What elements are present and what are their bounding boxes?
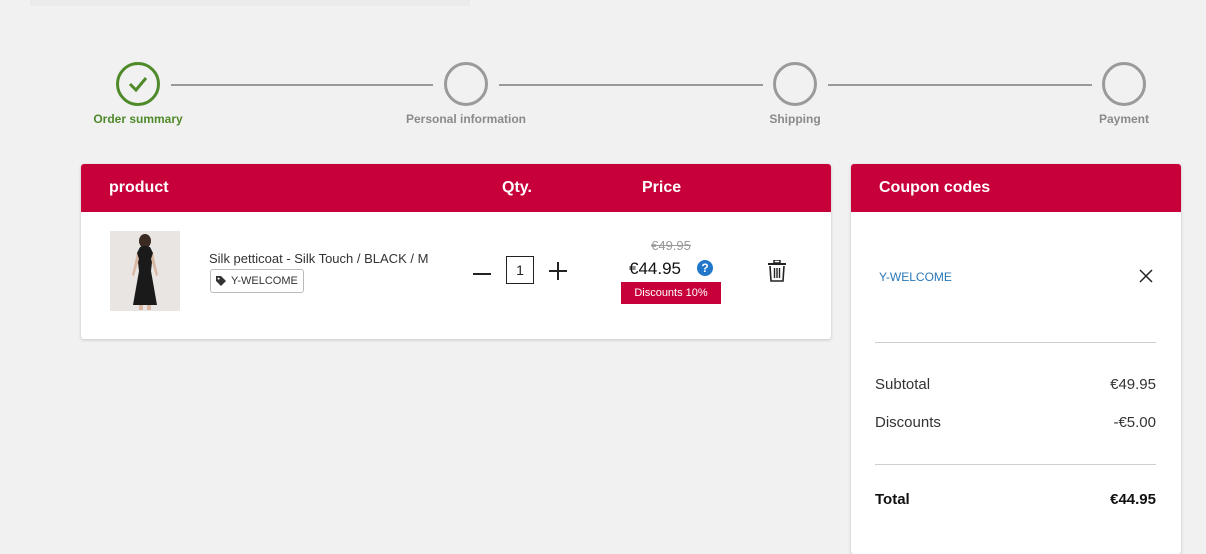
step-order-summary-circle[interactable] <box>116 62 160 106</box>
checkmark-icon <box>128 77 148 93</box>
quantity-input[interactable] <box>506 256 534 284</box>
step-payment-label[interactable]: Payment <box>1099 112 1149 126</box>
divider <box>875 464 1156 465</box>
product-photo-icon <box>110 231 180 311</box>
help-icon[interactable]: ? <box>697 260 713 276</box>
total-label: Total <box>875 491 910 508</box>
product-name[interactable]: Silk petticoat - Silk Touch / BLACK / M <box>209 251 428 266</box>
divider <box>875 342 1156 343</box>
decrease-quantity-button[interactable] <box>471 267 493 281</box>
discount-badge: Discounts 10% <box>621 282 721 304</box>
discounts-value: -€5.00 <box>1113 414 1156 431</box>
checkout-stepper: Order summary Personal information Shipp… <box>0 0 1206 140</box>
trash-icon[interactable] <box>767 259 787 282</box>
increase-quantity-button[interactable] <box>547 260 569 282</box>
qty-column-header: Qty. <box>502 179 532 196</box>
coupon-panel-title: Coupon codes <box>879 179 991 196</box>
step-personal-information-circle[interactable] <box>444 62 488 106</box>
coupon-panel: Coupon codes Y-WELCOME Subtotal €49.95 D… <box>851 164 1181 554</box>
applied-coupon-code: Y-WELCOME <box>879 270 952 284</box>
step-shipping-circle[interactable] <box>773 62 817 106</box>
step-order-summary-label[interactable]: Order summary <box>93 112 182 126</box>
step-personal-information-label[interactable]: Personal information <box>406 112 526 126</box>
subtotal-value: €49.95 <box>1110 376 1156 393</box>
discounted-price: €44.95 <box>629 259 681 278</box>
step-shipping-label[interactable]: Shipping <box>769 112 820 126</box>
total-value: €44.95 <box>1110 491 1156 508</box>
coupon-panel-header: Coupon codes <box>851 164 1181 212</box>
product-coupon-code: Y-WELCOME <box>231 275 298 287</box>
product-thumbnail[interactable] <box>110 231 180 311</box>
step-payment-circle[interactable] <box>1102 62 1146 106</box>
step-connector <box>499 84 763 86</box>
product-coupon-chip: Y-WELCOME <box>210 269 304 293</box>
subtotal-row: Subtotal €49.95 <box>875 376 1156 393</box>
cart-table-header: product Qty. Price <box>81 164 831 212</box>
discounts-row: Discounts -€5.00 <box>875 414 1156 431</box>
subtotal-label: Subtotal <box>875 376 931 393</box>
step-connector <box>828 84 1092 86</box>
step-connector <box>171 84 433 86</box>
discounts-label: Discounts <box>875 414 941 431</box>
close-icon[interactable] <box>1139 269 1153 283</box>
tag-icon <box>216 276 226 286</box>
product-column-header: product <box>109 179 169 196</box>
total-row: Total €44.95 <box>875 491 1156 508</box>
price-column-header: Price <box>642 179 682 196</box>
original-price: €49.95 <box>651 238 691 253</box>
cart-card: product Qty. Price Silk petticoat - Silk… <box>81 164 831 339</box>
